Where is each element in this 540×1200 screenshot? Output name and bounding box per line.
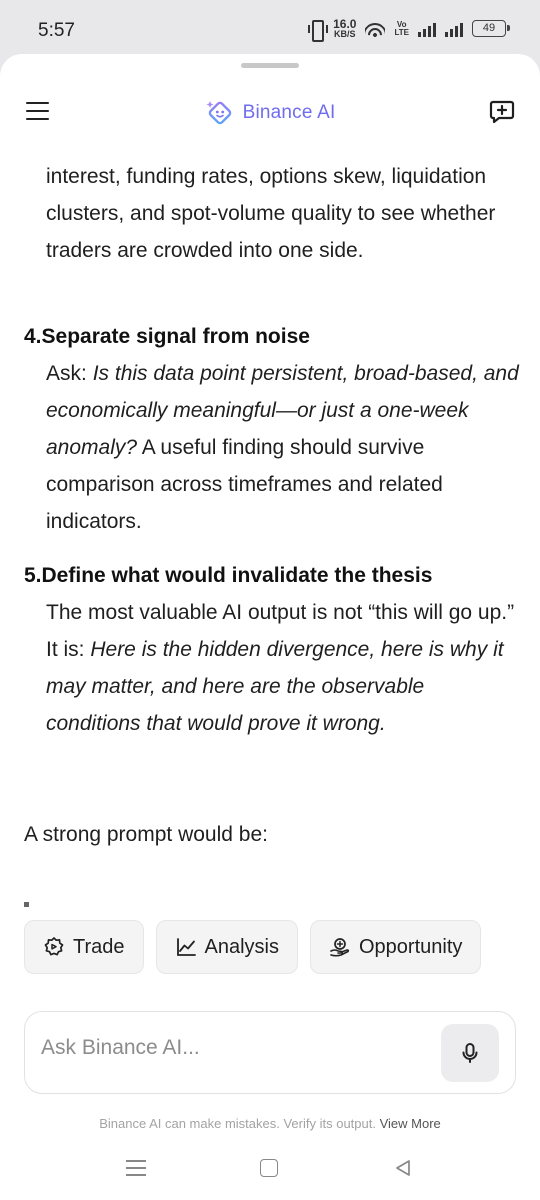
- chip-label: Analysis: [204, 935, 279, 958]
- ask-input[interactable]: [41, 1036, 421, 1060]
- status-bar: 5:57 16.0 KB/S Vo LTE 49: [0, 0, 540, 56]
- status-icons: 16.0 KB/S Vo LTE 49: [308, 18, 510, 42]
- vibrate-icon: [308, 19, 329, 42]
- typing-indicator: [24, 902, 29, 907]
- chip-opportunity[interactable]: Opportunity: [310, 920, 482, 974]
- volte-icon: Vo LTE: [394, 20, 409, 37]
- chip-label: Trade: [73, 935, 125, 958]
- battery-icon: 49: [472, 20, 510, 37]
- network-speed: 16.0 KB/S: [333, 18, 356, 39]
- recents-button[interactable]: [126, 1160, 146, 1176]
- brand: Binance AI: [0, 98, 540, 128]
- list-item-heading: 5.Define what would invalidate the thesi…: [24, 561, 524, 591]
- closing-text: A strong prompt would be:: [24, 823, 268, 846]
- status-time: 5:57: [38, 20, 75, 41]
- list-item-body: Ask: Is this data point persistent, broa…: [24, 355, 524, 540]
- chat-message: interest, funding rates, options skew, l…: [0, 146, 540, 914]
- microphone-icon: [462, 1043, 478, 1063]
- signal-icon-2: [445, 21, 463, 37]
- chip-analysis[interactable]: Analysis: [155, 920, 298, 974]
- chart-line-icon: [176, 938, 196, 956]
- disclaimer-text: Binance AI can make mistakes. Verify its…: [99, 1116, 376, 1131]
- network-speed-unit: KB/S: [334, 29, 356, 39]
- system-nav-bar: [0, 1147, 540, 1200]
- list-item-title: Separate signal from noise: [41, 325, 310, 348]
- signal-icon: [418, 21, 436, 37]
- list-item-text: Ask:: [46, 362, 93, 385]
- binance-ai-logo-icon: [206, 101, 231, 125]
- list-item-5: 5.Define what would invalidate the thesi…: [24, 561, 524, 742]
- list-item-number: 4.: [24, 325, 42, 348]
- list-item-italic: Here is the hidden divergence, here is w…: [46, 638, 504, 735]
- chip-trade[interactable]: Trade: [24, 920, 144, 974]
- mic-button[interactable]: [441, 1024, 499, 1082]
- view-more-link[interactable]: View More: [380, 1116, 441, 1131]
- list-item-4: 4.Separate signal from noise Ask: Is thi…: [24, 322, 524, 540]
- wifi-icon: [365, 20, 386, 37]
- message-paragraph: interest, funding rates, options skew, l…: [46, 165, 496, 262]
- list-item-body: The most valuable AI output is not “this…: [24, 594, 524, 742]
- sheet-grabber-handle[interactable]: [241, 63, 299, 68]
- home-button[interactable]: [260, 1159, 278, 1177]
- trade-icon: [44, 937, 64, 956]
- volte-bottom: LTE: [394, 27, 409, 37]
- suggestion-chips: Trade Analysis Opportunity: [24, 920, 482, 974]
- ask-box: [24, 1011, 516, 1094]
- list-item-title: Define what would invalidate the thesis: [41, 564, 433, 587]
- chat-header: Binance AI: [0, 76, 540, 146]
- back-button[interactable]: [393, 1158, 413, 1178]
- list-item-number: 5.: [24, 564, 42, 587]
- chip-label: Opportunity: [359, 935, 463, 958]
- opportunity-icon: [330, 938, 350, 957]
- new-chat-icon[interactable]: [488, 98, 516, 126]
- chat-sheet: Binance AI interest, funding rates, opti…: [0, 54, 540, 1200]
- brand-name: Binance AI: [242, 102, 336, 123]
- recents-icon: [126, 1160, 146, 1162]
- list-item-heading: 4.Separate signal from noise: [24, 322, 524, 352]
- disclaimer: Binance AI can make mistakes. Verify its…: [0, 1116, 540, 1131]
